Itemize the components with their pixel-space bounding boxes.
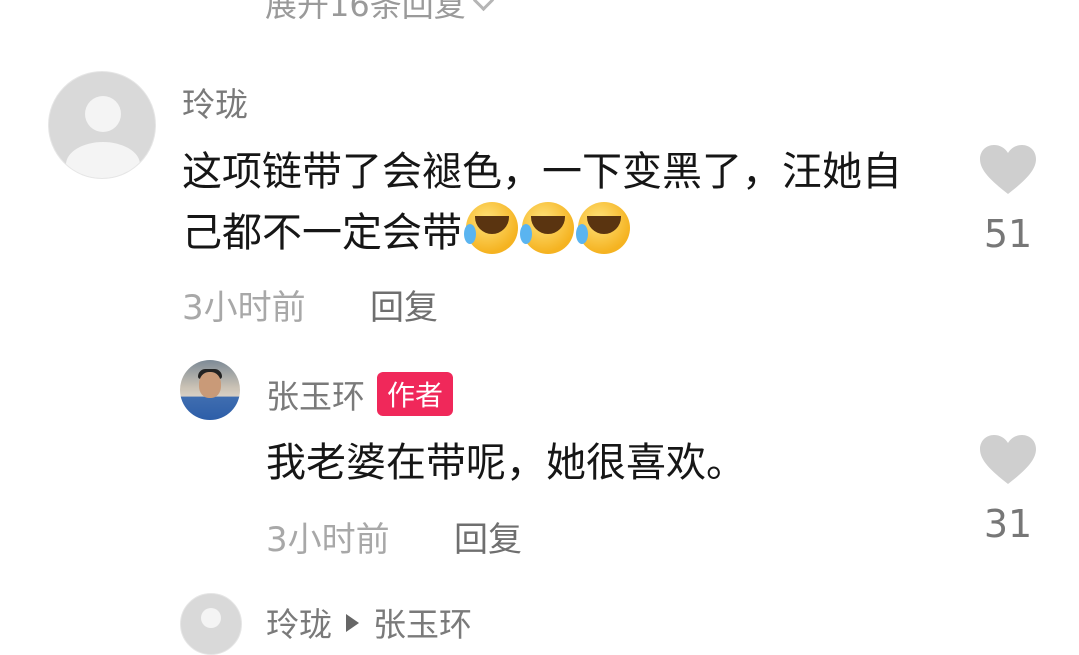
author-reply-button[interactable]: 回复 [454, 512, 522, 561]
author-reply-text: 我老婆在带呢，她很喜欢。 [266, 440, 746, 486]
next-reply-avatar[interactable] [180, 593, 242, 655]
laughing-crying-emoji-icon [464, 202, 518, 254]
reply-button[interactable]: 回复 [370, 280, 438, 329]
avatar[interactable] [48, 71, 156, 179]
like-count: 51 [983, 212, 1033, 256]
heart-icon[interactable] [978, 144, 1038, 196]
next-reply-header: 玲珑 张玉环 [266, 598, 472, 646]
laughing-crying-emoji-icon [576, 202, 630, 254]
expand-replies-link[interactable]: 展开16条回复 [265, 0, 494, 26]
author-avatar[interactable] [180, 360, 240, 420]
author-username-row: 张玉环 作者 [266, 370, 454, 418]
reply-arrow-icon [346, 614, 359, 632]
next-reply-username[interactable]: 玲珑 [266, 605, 332, 644]
next-reply-target[interactable]: 张玉环 [373, 605, 472, 644]
author-reply-time: 3小时前 [266, 520, 390, 560]
laughing-crying-emoji-icon [520, 202, 574, 254]
author-like-count: 31 [983, 502, 1033, 546]
heart-icon[interactable] [978, 434, 1038, 486]
expand-replies-label: 展开16条回复 [265, 0, 466, 24]
author-username[interactable]: 张玉环 [266, 377, 365, 416]
comment-text: 这项链带了会褪色，一下变黑了，汪她自己都不一定会带 [182, 142, 922, 263]
comment-username[interactable]: 玲珑 [182, 78, 248, 126]
author-badge: 作者 [377, 372, 454, 416]
chevron-down-icon [472, 0, 494, 11]
comment-time: 3小时前 [182, 288, 306, 328]
